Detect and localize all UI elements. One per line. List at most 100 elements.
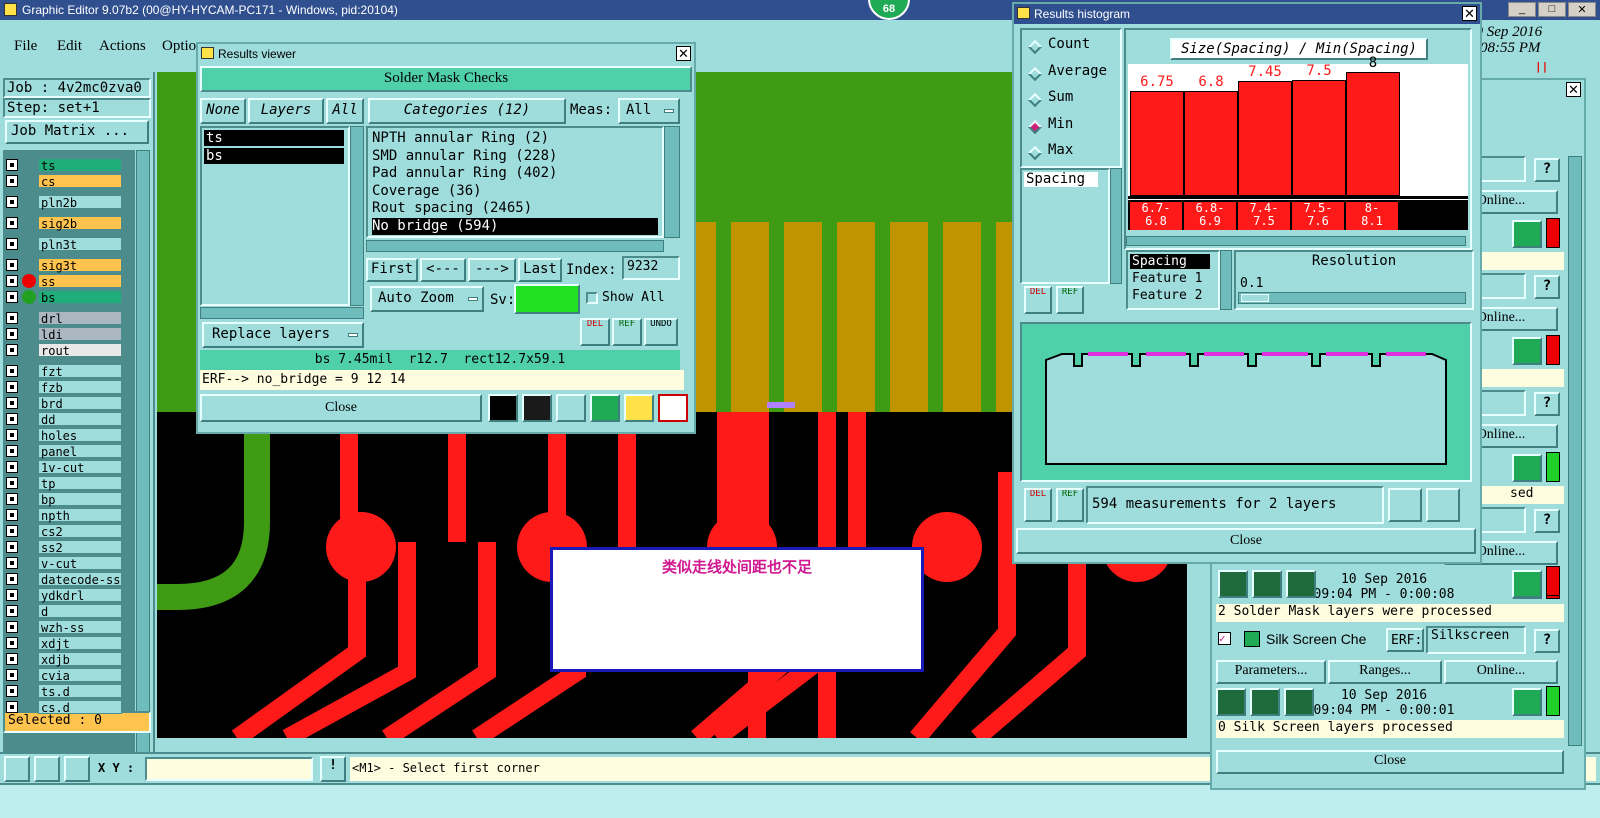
layer-row-13[interactable]: brd (6, 396, 122, 411)
layer-row-1[interactable]: cs (6, 174, 122, 189)
layer-row-27[interactable]: wzh-ss (6, 620, 122, 635)
layer-checkbox[interactable] (6, 685, 18, 697)
layer-name[interactable]: pln3t (38, 237, 122, 252)
sv-color-dropdown[interactable] (514, 284, 580, 314)
results-viewer-close-button[interactable]: Close (200, 394, 482, 422)
category-list[interactable]: NPTH annular Ring (2) SMD annular Ring (2… (366, 126, 664, 238)
close-icon[interactable]: ✕ (1462, 6, 1477, 21)
histogram-measure-list[interactable]: Spacing (1020, 168, 1110, 284)
close-window-button[interactable]: ✕ (1568, 2, 1596, 17)
layer-row-20[interactable]: npth (6, 508, 122, 523)
layer-name[interactable]: v-cut (38, 556, 122, 571)
layer-select-list[interactable]: ts bs (200, 126, 350, 306)
layer-row-29[interactable]: xdjb (6, 652, 122, 667)
selection-scrollbar[interactable] (1220, 250, 1232, 310)
layer-checkbox[interactable] (6, 238, 18, 250)
layer-checkbox[interactable] (6, 397, 18, 409)
sel-item-spacing[interactable]: Spacing (1130, 254, 1210, 269)
layer-row-3[interactable]: sig2b (6, 216, 122, 231)
zoom-icon[interactable] (1512, 337, 1542, 365)
mode-label[interactable]: Min (1048, 116, 1073, 132)
last-button[interactable]: Last (518, 258, 562, 282)
layer-checkbox[interactable] (6, 328, 18, 340)
layer-checkbox[interactable] (6, 175, 18, 187)
layer-scrollbar[interactable] (136, 150, 150, 780)
layer-row-30[interactable]: cvia (6, 668, 122, 683)
layer-name[interactable]: ydkdrl (38, 588, 122, 603)
layer-checkbox[interactable] (6, 509, 18, 521)
maximize-button[interactable]: □ (1538, 2, 1566, 17)
next-button[interactable]: ---> (468, 258, 516, 282)
layer-row-16[interactable]: panel (6, 444, 122, 459)
layer-color-dot[interactable] (22, 274, 36, 288)
layer-row-19[interactable]: bp (6, 492, 122, 507)
layer-row-8[interactable]: drl (6, 311, 122, 326)
layer-color-dot[interactable] (22, 290, 36, 304)
job-matrix-button[interactable]: Job Matrix ... (5, 120, 149, 144)
category-scrollbar[interactable] (664, 126, 680, 238)
layer-checkbox[interactable] (6, 291, 18, 303)
preview-del-button[interactable]: DEL (1024, 488, 1052, 522)
layer-name[interactable]: ldi (38, 327, 122, 342)
layer-checkbox[interactable] (6, 605, 18, 617)
zoom-icon[interactable] (1512, 454, 1542, 482)
layer-item-ts[interactable]: ts (204, 130, 344, 146)
layer-name[interactable]: holes (38, 428, 122, 443)
grid-icon[interactable] (64, 756, 90, 782)
layer-row-12[interactable]: fzb (6, 380, 122, 395)
layer-name[interactable]: cs2 (38, 524, 122, 539)
layer-name[interactable]: drl (38, 311, 122, 326)
layer-checkbox[interactable] (6, 445, 18, 457)
zoom-icon-silk[interactable] (1512, 688, 1542, 716)
del-button[interactable]: DEL (580, 318, 610, 346)
category-item[interactable]: NPTH annular Ring (2) (372, 130, 549, 147)
zoom-icon-solder[interactable] (1512, 570, 1542, 598)
layers-button[interactable]: Layers (248, 98, 324, 124)
layer-name[interactable]: brd (38, 396, 122, 411)
layer-row-0[interactable]: ts (6, 158, 122, 173)
run-icon-solder[interactable] (1218, 570, 1248, 598)
export-icon[interactable] (1388, 488, 1422, 522)
menu-options[interactable]: Optio (162, 38, 196, 55)
first-button[interactable]: First (366, 258, 418, 282)
help-button[interactable]: ? (1534, 509, 1560, 533)
histogram-close-button[interactable]: Close (1016, 528, 1476, 554)
layer-name[interactable]: d (38, 604, 122, 619)
layer-row-4[interactable]: pln3t (6, 237, 122, 252)
help-button[interactable]: ? (1534, 275, 1560, 299)
step-icon[interactable] (590, 394, 620, 422)
histogram-bar[interactable] (1238, 80, 1292, 196)
mode-label[interactable]: Sum (1048, 89, 1073, 105)
measure-item-spacing[interactable]: Spacing (1024, 172, 1098, 187)
layer-checkbox[interactable] (6, 217, 18, 229)
layer-checkbox[interactable] (6, 557, 18, 569)
help-button-silk[interactable]: ? (1534, 629, 1560, 653)
silk-erf-value[interactable]: Silkscreen (1426, 626, 1526, 654)
ranges-button[interactable]: Ranges... (1328, 660, 1442, 684)
layer-row-6[interactable]: ss (6, 274, 122, 289)
all-layers-button[interactable]: All (326, 98, 364, 124)
meas-dropdown[interactable]: All (618, 98, 680, 124)
online-button-silk[interactable]: Online... (1444, 660, 1558, 684)
layer-name[interactable]: 1v-cut (38, 460, 122, 475)
layer-row-25[interactable]: ydkdrl (6, 588, 122, 603)
none-button[interactable]: None (200, 98, 246, 124)
replace-layers-dropdown[interactable]: Replace layers (202, 322, 364, 348)
layer-checkbox[interactable] (6, 493, 18, 505)
category-item[interactable]: SMD annular Ring (228) (372, 148, 557, 165)
preview-ref-button[interactable]: REF (1056, 488, 1084, 522)
layer-checkbox[interactable] (6, 525, 18, 537)
layer-checkbox[interactable] (6, 669, 18, 681)
layer-name[interactable]: sig3t (38, 258, 122, 273)
category-item[interactable]: Rout spacing (2465) (372, 200, 532, 217)
layer-row-7[interactable]: bs (6, 290, 122, 305)
layer-name[interactable]: datecode-ss (38, 572, 122, 587)
layer-row-11[interactable]: fzt (6, 364, 122, 379)
category-item[interactable]: Coverage (36) (372, 183, 482, 200)
layer-row-26[interactable]: d (6, 604, 122, 619)
layer-name[interactable]: fzt (38, 364, 122, 379)
menu-edit[interactable]: Edit (57, 38, 82, 55)
run-icon[interactable] (1216, 688, 1246, 716)
highlight-icon[interactable] (488, 394, 518, 422)
layer-row-24[interactable]: datecode-ss (6, 572, 122, 587)
